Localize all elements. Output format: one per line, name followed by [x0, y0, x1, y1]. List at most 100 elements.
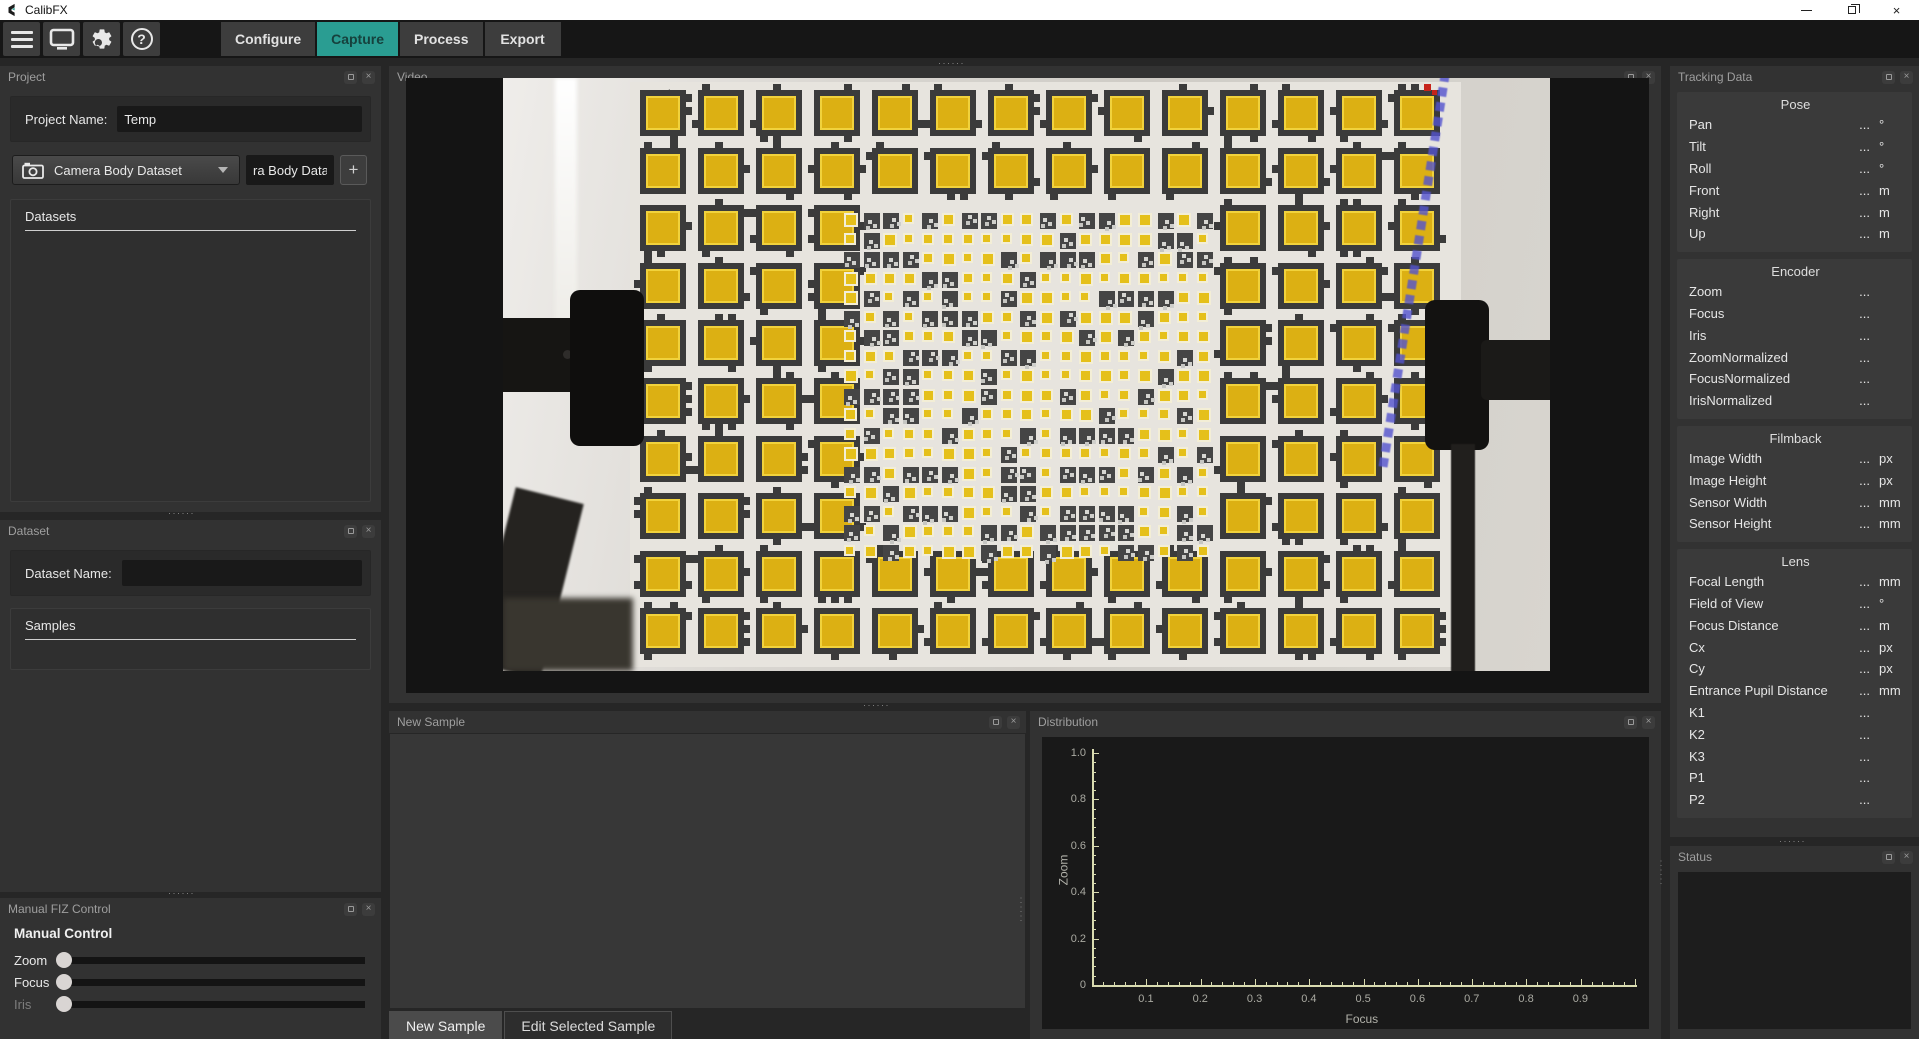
board-marker-tab — [1214, 222, 1221, 230]
settings-button[interactable] — [83, 22, 120, 56]
slider-track[interactable] — [65, 1001, 365, 1008]
float-panel-button[interactable] — [1882, 851, 1895, 864]
distribution-panel-title: Distribution — [1038, 715, 1098, 729]
float-panel-button[interactable] — [1624, 716, 1637, 729]
mode-tabs: Configure Capture Process Export — [221, 22, 561, 56]
board-aruco-marker — [1138, 311, 1154, 327]
board-marker-tab — [1366, 257, 1374, 264]
float-panel-button[interactable] — [344, 525, 357, 538]
tracking-row-value: ... — [1848, 226, 1870, 241]
fiz-panel-header: Manual FIZ Control × — [0, 898, 381, 920]
iris-slider[interactable] — [56, 996, 367, 1012]
board-marker-tab — [1224, 142, 1232, 149]
focus-slider-row: Focus — [14, 971, 367, 993]
board-marker-tab — [1265, 568, 1272, 576]
close-panel-button[interactable]: × — [1900, 71, 1913, 84]
dataset-type-dropdown[interactable]: Camera Body Dataset — [12, 155, 240, 185]
board-marker-square — [1342, 326, 1376, 360]
board-small-square — [962, 545, 976, 559]
tracking-row-label: Sensor Width — [1689, 495, 1848, 510]
close-button[interactable]: × — [1874, 0, 1919, 20]
x-axis-tick — [1135, 982, 1136, 985]
dataset-name-input[interactable] — [122, 560, 362, 586]
slider-handle[interactable] — [56, 974, 72, 990]
tab-capture[interactable]: Capture — [317, 22, 398, 56]
splitter-handle[interactable]: ······ — [168, 508, 195, 518]
board-marker-tab — [831, 481, 839, 488]
board-marker-tab — [1265, 382, 1272, 390]
board-aruco-marker — [1060, 428, 1076, 444]
tracking-row-label: Pan — [1689, 117, 1848, 132]
datasets-list[interactable]: Datasets — [10, 199, 371, 502]
board-aruco-marker — [1158, 233, 1174, 249]
close-panel-button[interactable]: × — [1642, 716, 1655, 729]
add-dataset-button[interactable]: + — [340, 155, 367, 185]
float-panel-button[interactable] — [344, 71, 357, 84]
board-marker-tab — [1308, 653, 1316, 660]
slider-track[interactable] — [65, 957, 365, 964]
x-axis-tick — [1624, 982, 1625, 985]
y-axis-tick — [1093, 818, 1096, 819]
display-button[interactable] — [43, 22, 80, 56]
slider-track[interactable] — [65, 979, 365, 986]
tab-process[interactable]: Process — [400, 22, 482, 56]
right-clamp-head — [1425, 300, 1489, 450]
new-dataset-name-input[interactable] — [246, 155, 334, 185]
splitter-handle[interactable]: ······ — [863, 700, 890, 710]
minimize-button[interactable] — [1784, 0, 1829, 20]
board-marker-tab — [818, 596, 826, 603]
board-marker-tab — [1295, 199, 1303, 206]
tab-new-sample[interactable]: New Sample — [389, 1011, 502, 1039]
float-panel-button[interactable] — [1882, 71, 1895, 84]
float-panel-button[interactable] — [989, 716, 1002, 729]
close-panel-button[interactable]: × — [362, 525, 375, 538]
board-small-square — [1099, 252, 1112, 265]
tab-edit-selected-sample[interactable]: Edit Selected Sample — [504, 1011, 672, 1039]
board-aruco-marker — [1060, 389, 1076, 405]
x-axis-tick — [1472, 979, 1473, 985]
board-marker-square — [1342, 211, 1376, 245]
float-panel-button[interactable] — [344, 903, 357, 916]
project-name-input[interactable] — [117, 106, 362, 132]
tab-configure[interactable]: Configure — [221, 22, 315, 56]
board-marker-tab — [786, 250, 794, 257]
focus-slider[interactable] — [56, 974, 367, 990]
board-marker-tab — [743, 625, 750, 633]
slider-handle[interactable] — [56, 996, 72, 1012]
zoom-slider[interactable] — [56, 952, 367, 968]
samples-list[interactable]: Samples — [10, 608, 371, 670]
board-marker-tab — [1411, 193, 1419, 200]
slider-handle[interactable] — [56, 952, 72, 968]
board-marker-square — [1400, 499, 1434, 533]
splitter-handle[interactable]: ······ — [1016, 897, 1026, 924]
board-small-square — [962, 291, 973, 302]
close-panel-button[interactable]: × — [1900, 851, 1913, 864]
x-axis-tick — [1331, 982, 1332, 985]
board-marker-tab — [1272, 440, 1279, 448]
board-marker-tab — [685, 408, 692, 416]
x-tick-label: 0.7 — [1464, 993, 1479, 1005]
board-marker-square — [1284, 154, 1318, 188]
board-marker-tab — [773, 602, 781, 609]
board-marker-square — [704, 326, 738, 360]
board-marker-square — [1342, 154, 1376, 188]
splitter-handle[interactable]: ······ — [168, 888, 195, 898]
close-panel-button[interactable]: × — [362, 903, 375, 916]
board-marker-square — [1342, 557, 1376, 591]
help-button[interactable]: ? — [123, 22, 160, 56]
splitter-handle[interactable]: ······ — [1779, 836, 1806, 846]
board-marker-tab — [1265, 497, 1272, 505]
close-panel-button[interactable]: × — [362, 71, 375, 84]
board-marker-tab — [859, 165, 866, 173]
tab-export[interactable]: Export — [485, 22, 561, 56]
board-small-square — [903, 311, 914, 322]
x-axis-tick — [1396, 982, 1397, 985]
splitter-handle[interactable]: ······ — [938, 58, 965, 68]
board-marker-tab — [1224, 257, 1232, 264]
board-small-square — [981, 252, 995, 266]
board-small-square — [844, 486, 856, 498]
close-panel-button[interactable]: × — [1007, 716, 1020, 729]
menu-button[interactable] — [3, 22, 40, 56]
restore-button[interactable] — [1829, 0, 1874, 20]
splitter-handle[interactable]: ······ — [1656, 860, 1666, 887]
